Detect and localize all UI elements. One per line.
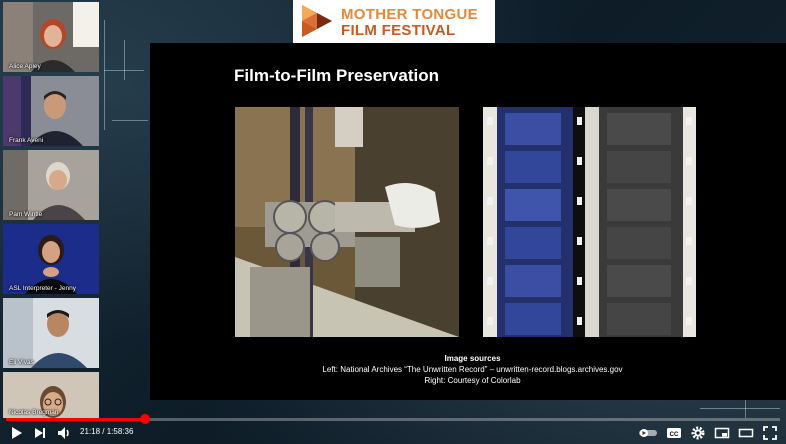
image-sources-caption: Image sources Left: National Archives “T…: [250, 353, 695, 386]
participant-video: [3, 150, 99, 220]
video-progress-bar[interactable]: [6, 414, 780, 424]
next-icon[interactable]: [32, 425, 48, 441]
participant-tile[interactable]: Alice Apley: [3, 2, 99, 72]
svg-text:CC: CC: [670, 432, 679, 438]
participant-name: Alice Apley: [9, 63, 41, 70]
autoplay-toggle-icon[interactable]: [638, 425, 658, 441]
theater-mode-icon[interactable]: [738, 425, 754, 441]
film-strip-photo: [483, 107, 696, 337]
participant-tile[interactable]: Eli Vivas: [3, 298, 99, 368]
sources-left-credit: Left: National Archives “The Unwritten R…: [322, 365, 623, 374]
background-circuit-line: [700, 408, 780, 410]
participant-name: Nicolas Bregman: [9, 409, 59, 416]
participant-name: Eli Vivas: [9, 359, 34, 366]
player-controls: 21:18 / 1:58:36 CC: [0, 422, 786, 444]
participant-video: [3, 298, 99, 368]
background-circuit-line: [124, 40, 126, 80]
participant-name: ASL Interpreter - Jenny: [9, 285, 76, 292]
participant-tile[interactable]: ASL Interpreter - Jenny: [3, 224, 99, 294]
participant-video: [3, 224, 99, 294]
festival-logo-mark-icon: [302, 5, 332, 37]
film-printer-photo: [235, 107, 459, 337]
festival-logo: MOTHER TONGUE FILM FESTIVAL: [293, 0, 495, 43]
participant-name: Frank Aveni: [9, 137, 44, 144]
participant-name: Pam Wintle: [9, 211, 43, 218]
slide-title: Film-to-Film Preservation: [234, 66, 439, 85]
captions-icon[interactable]: CC: [666, 425, 682, 441]
current-time: 21:18: [80, 427, 101, 436]
play-icon[interactable]: [8, 425, 24, 441]
time-display: 21:18 / 1:58:36: [80, 427, 133, 436]
logo-line-1: MOTHER TONGUE: [341, 6, 478, 23]
background-circuit-line: [104, 20, 106, 130]
settings-gear-icon[interactable]: [690, 425, 706, 441]
participant-tile[interactable]: Pam Wintle: [3, 150, 99, 220]
video-progress-played: [6, 418, 145, 421]
sources-right-credit: Right: Courtesy of Colorlab: [424, 376, 521, 385]
volume-icon[interactable]: [56, 425, 72, 441]
participant-video: [3, 2, 99, 72]
sources-heading: Image sources: [444, 354, 501, 363]
duration: 1:58:36: [106, 427, 134, 436]
fullscreen-icon[interactable]: [762, 425, 778, 441]
logo-line-2: FILM FESTIVAL: [341, 22, 456, 39]
background-circuit-line: [112, 120, 148, 122]
participant-tile[interactable]: Nicolas Bregman: [3, 372, 99, 418]
time-separator: /: [100, 427, 107, 436]
participant-video: [3, 76, 99, 146]
presentation-slide: Film-to-Film Preservation Image sources …: [150, 43, 786, 400]
participant-tile[interactable]: Frank Aveni: [3, 76, 99, 146]
miniplayer-icon[interactable]: [714, 425, 730, 441]
